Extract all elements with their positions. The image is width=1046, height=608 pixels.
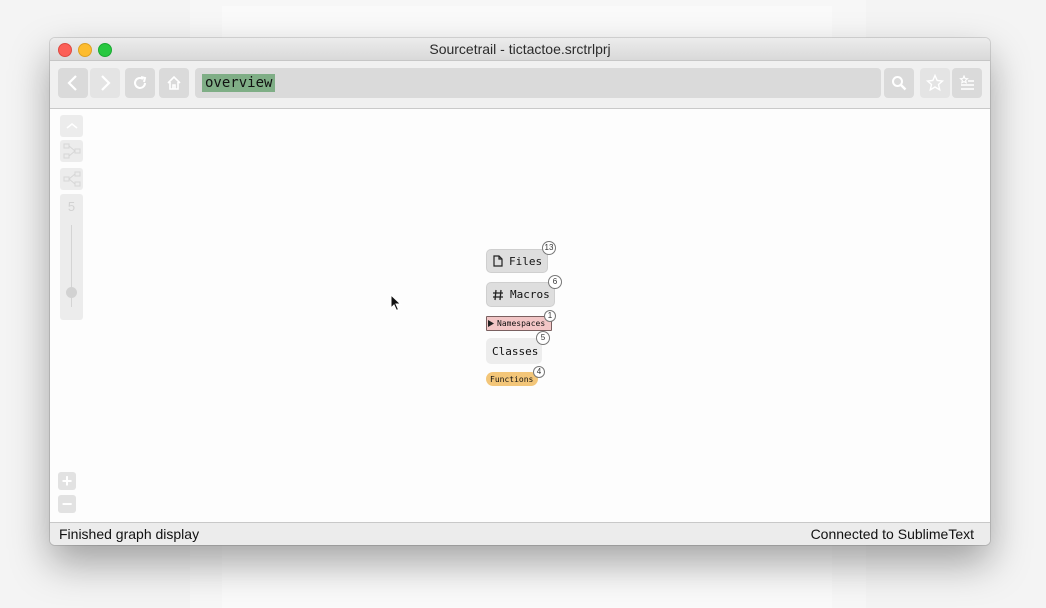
- functions-node[interactable]: Functions: [486, 372, 538, 386]
- namespaces-node-label: Namespaces: [497, 319, 546, 328]
- bookmark-list-icon: [959, 75, 974, 90]
- home-icon: [167, 75, 181, 90]
- namespaces-count-badge: 1: [544, 310, 556, 322]
- depth-slider-handle[interactable]: [66, 287, 77, 298]
- app-window: Sourcetrail - tictactoe.srctrlprj overvi…: [50, 38, 990, 545]
- files-node-label: Files: [509, 254, 543, 268]
- depth-value: 5: [67, 199, 76, 214]
- zoom-in-button[interactable]: +: [58, 471, 76, 491]
- custom-trail-button[interactable]: [60, 140, 83, 162]
- search-icon: [892, 76, 907, 91]
- star-icon: [926, 74, 944, 92]
- classes-count-badge: 5: [536, 331, 550, 345]
- triangle-right-icon: [488, 320, 494, 327]
- collapse-button[interactable]: [60, 115, 83, 137]
- depth-slider[interactable]: 5: [60, 194, 83, 320]
- classes-node-label: Classes: [492, 344, 539, 358]
- toolbar: overview: [50, 61, 990, 109]
- title-bar: Sourcetrail - tictactoe.srctrlprj: [50, 38, 990, 61]
- bookmark-button[interactable]: [920, 68, 950, 98]
- files-node[interactable]: Files: [486, 249, 548, 273]
- macros-node[interactable]: Macros: [486, 282, 555, 307]
- macros-count-badge: 6: [548, 275, 562, 289]
- chevron-left-icon: [67, 75, 77, 91]
- bookmarks-menu-button[interactable]: [952, 68, 982, 98]
- layout-graph-icon: [63, 171, 80, 187]
- macros-node-label: Macros: [510, 288, 550, 301]
- namespaces-node[interactable]: Namespaces: [486, 316, 552, 331]
- refresh-icon: [134, 76, 147, 89]
- status-bar: Finished graph display Connected to Subl…: [50, 522, 990, 545]
- search-query-chip[interactable]: overview: [202, 74, 276, 92]
- files-count-badge: 13: [542, 241, 556, 255]
- search-button[interactable]: [884, 68, 914, 98]
- search-input[interactable]: overview: [195, 68, 881, 98]
- zoom-out-button[interactable]: −: [58, 494, 76, 514]
- graph-layout-button[interactable]: [60, 168, 83, 190]
- back-button[interactable]: [58, 68, 88, 98]
- ide-connection-status[interactable]: Connected to SublimeText: [811, 526, 974, 542]
- graph-view[interactable]: 5 Files 13 Macros 6 Namespaces 1 Classes…: [50, 109, 990, 522]
- hash-icon: [493, 289, 503, 300]
- trail-graph-icon: [63, 143, 80, 159]
- chevron-up-icon: [66, 122, 77, 129]
- forward-button[interactable]: [90, 68, 120, 98]
- home-button[interactable]: [159, 68, 189, 98]
- functions-node-label: Functions: [490, 374, 534, 384]
- window-title: Sourcetrail - tictactoe.srctrlprj: [429, 41, 611, 57]
- mouse-cursor-icon: [390, 294, 402, 312]
- file-icon: [493, 255, 503, 267]
- functions-count-badge: 4: [533, 366, 545, 378]
- refresh-button[interactable]: [125, 68, 155, 98]
- classes-node[interactable]: Classes: [486, 338, 542, 364]
- status-message: Finished graph display: [59, 526, 200, 542]
- chevron-right-icon: [101, 75, 111, 91]
